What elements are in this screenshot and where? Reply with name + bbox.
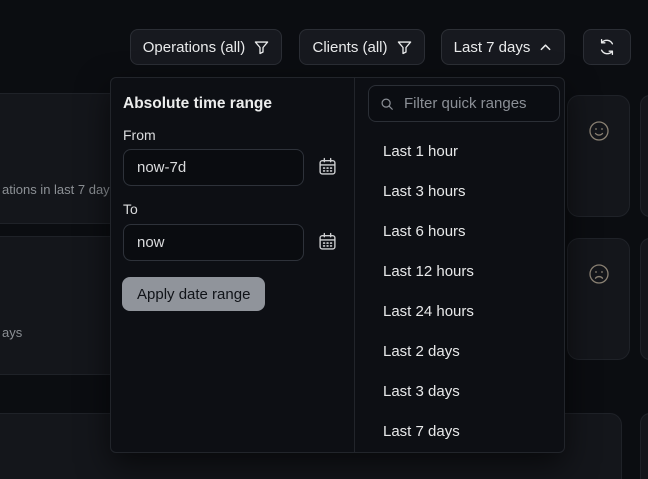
dashboard-card bbox=[640, 413, 648, 479]
funnel-icon bbox=[397, 40, 412, 55]
apply-date-range-button[interactable]: Apply date range bbox=[122, 277, 265, 311]
app-root: ations in last 7 days ays Operations (al… bbox=[0, 0, 648, 479]
quick-range-item[interactable]: Last 7 days bbox=[355, 411, 564, 449]
quick-ranges-pane: Last 1 hour Last 3 hours Last 6 hours La… bbox=[354, 78, 564, 452]
quick-range-item[interactable]: Last 1 hour bbox=[355, 131, 564, 171]
smiley-face-icon bbox=[588, 120, 610, 142]
refresh-button[interactable] bbox=[583, 29, 631, 65]
card-caption: ations in last 7 days bbox=[2, 182, 116, 197]
calendar-icon bbox=[318, 157, 337, 176]
time-range-label: Last 7 days bbox=[454, 39, 531, 56]
quick-range-item[interactable]: Last 3 days bbox=[355, 371, 564, 411]
to-label: To bbox=[123, 201, 138, 217]
time-picker-panel: Absolute time range From To Apply d bbox=[110, 77, 565, 453]
quick-range-item[interactable]: Last 24 hours bbox=[355, 291, 564, 331]
quick-range-search-input[interactable] bbox=[402, 94, 548, 113]
chevron-up-icon bbox=[539, 41, 552, 54]
from-label: From bbox=[123, 127, 156, 143]
absolute-time-title: Absolute time range bbox=[123, 95, 272, 113]
clients-filter-button[interactable]: Clients (all) bbox=[299, 29, 425, 65]
clients-filter-label: Clients (all) bbox=[312, 39, 387, 56]
calendar-icon bbox=[318, 232, 337, 251]
absolute-time-pane: Absolute time range From To Apply d bbox=[111, 78, 354, 452]
dashboard-card bbox=[567, 238, 630, 360]
to-input[interactable] bbox=[123, 224, 304, 261]
to-calendar-button[interactable] bbox=[315, 231, 339, 255]
quick-range-list: Last 1 hour Last 3 hours Last 6 hours La… bbox=[355, 131, 564, 449]
dashboard-card bbox=[640, 95, 648, 217]
dashboard-card bbox=[640, 238, 648, 360]
operations-filter-label: Operations (all) bbox=[143, 39, 246, 56]
card-caption: ays bbox=[2, 325, 22, 340]
quick-range-item[interactable]: Last 3 hours bbox=[355, 171, 564, 211]
quick-range-item[interactable]: Last 2 days bbox=[355, 331, 564, 371]
operations-filter-button[interactable]: Operations (all) bbox=[130, 29, 282, 65]
quick-range-item[interactable]: Last 12 hours bbox=[355, 251, 564, 291]
time-range-button[interactable]: Last 7 days bbox=[441, 29, 565, 65]
from-input[interactable] bbox=[123, 149, 304, 186]
refresh-icon bbox=[598, 38, 616, 56]
quick-range-item[interactable]: Last 6 hours bbox=[355, 211, 564, 251]
from-calendar-button[interactable] bbox=[315, 156, 339, 180]
dashboard-card bbox=[567, 95, 630, 217]
search-icon bbox=[380, 97, 394, 111]
quick-range-search[interactable] bbox=[368, 85, 560, 122]
funnel-icon bbox=[254, 40, 269, 55]
frown-face-icon bbox=[588, 263, 610, 285]
